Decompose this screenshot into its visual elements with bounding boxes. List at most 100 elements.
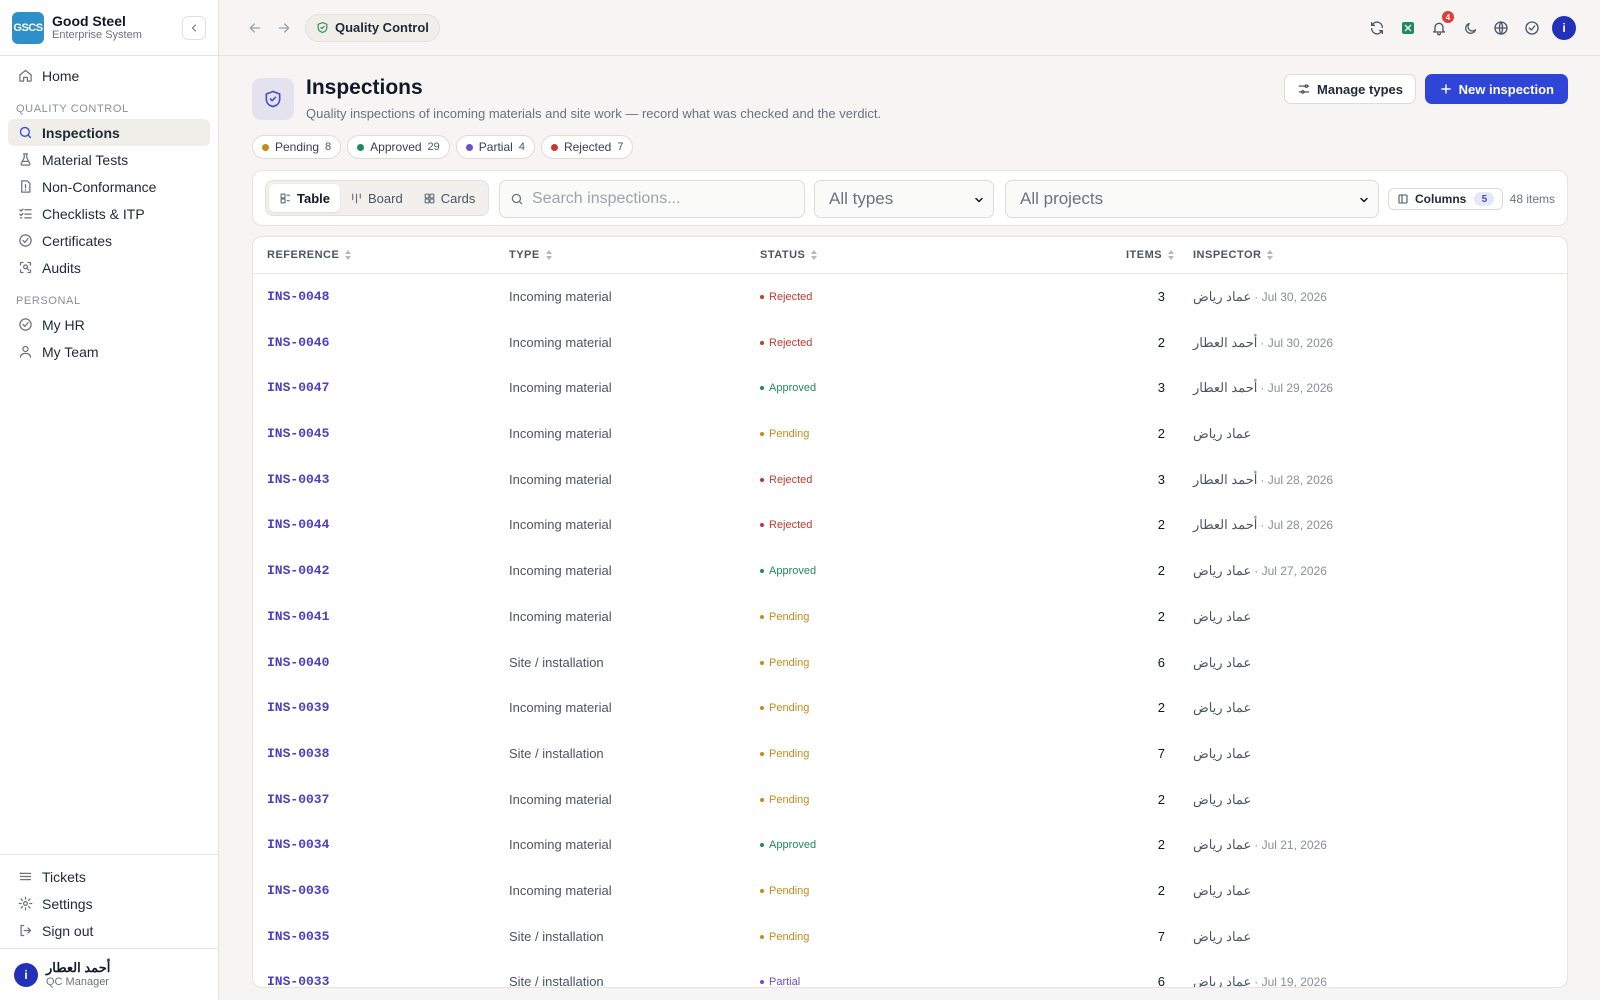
date-value: Jul 27, 2026 xyxy=(1261,564,1327,579)
inspector-name: عماد رياض xyxy=(1193,289,1252,304)
table-row[interactable]: INS-0046 Incoming material Rejected 2 أحمد ا… xyxy=(253,320,1567,366)
items-count-cell: 3 xyxy=(1157,471,1165,487)
reference-link[interactable]: INS-0042 xyxy=(267,563,329,578)
column-header-type[interactable]: TYPE xyxy=(509,249,553,261)
view-table-button[interactable]: Table xyxy=(269,184,340,212)
user-profile[interactable]: i أحمد العطار QC Manager xyxy=(0,948,218,1000)
reference-link[interactable]: INS-0044 xyxy=(267,517,329,532)
notifications-button[interactable]: 4 xyxy=(1427,11,1454,40)
table-row[interactable]: INS-0033 Site / installation Partial 6 عماد … xyxy=(253,959,1567,987)
table-row[interactable]: INS-0040 Site / installation Pending 6 عماد … xyxy=(253,640,1567,686)
spreadsheet-button[interactable] xyxy=(1396,16,1420,40)
manage-types-button[interactable]: Manage types xyxy=(1284,74,1416,104)
table-row[interactable]: INS-0043 Incoming material Rejected 3 أحمد ا… xyxy=(253,457,1567,503)
sidebar-item-sign-out[interactable]: Sign out xyxy=(8,917,210,944)
table-row[interactable]: INS-0034 Incoming material Approved 2 عماد ر… xyxy=(253,822,1567,868)
view-cards-button[interactable]: Cards xyxy=(413,184,486,212)
view-switcher: Table Board Cards xyxy=(265,180,490,216)
sidebar-item-my-team[interactable]: My Team xyxy=(8,338,210,365)
reference-link[interactable]: INS-0043 xyxy=(267,472,329,487)
forward-button[interactable] xyxy=(272,16,296,40)
sidebar: GSCS Good Steel Enterprise System Home Q… xyxy=(0,0,219,1000)
table-row[interactable]: INS-0039 Incoming material Pending 2 عماد ري… xyxy=(253,685,1567,731)
status-badge: Rejected xyxy=(760,291,812,303)
scan-icon xyxy=(16,259,34,277)
inspector-name: عماد رياض xyxy=(1193,700,1252,716)
table-row[interactable]: INS-0036 Incoming material Pending 2 عماد ري… xyxy=(253,868,1567,914)
table-row[interactable]: INS-0038 Site / installation Pending 7 عماد … xyxy=(253,731,1567,777)
reference-link[interactable]: INS-0035 xyxy=(267,929,329,944)
status-dot xyxy=(760,980,764,985)
status-badge: Pending xyxy=(760,931,809,943)
reference-link[interactable]: INS-0047 xyxy=(267,380,329,395)
sidebar-item-certificates[interactable]: Certificates xyxy=(8,227,210,254)
table-row[interactable]: INS-0035 Site / installation Pending 7 عماد … xyxy=(253,914,1567,960)
columns-button[interactable]: Columns 5 xyxy=(1388,188,1504,210)
table-row[interactable]: INS-0044 Incoming material Rejected 2 أحمد ا… xyxy=(253,502,1567,548)
reference-link[interactable]: INS-0034 xyxy=(267,837,329,852)
sidebar-item-inspections[interactable]: Inspections xyxy=(8,119,210,146)
status-label: Pending xyxy=(769,747,810,760)
search-input[interactable] xyxy=(532,190,792,208)
breadcrumb[interactable]: Quality Control xyxy=(305,13,440,42)
inspector-cell: عماد رياض · Jul 19, 2026 xyxy=(1193,974,1327,987)
column-header-label: TYPE xyxy=(509,249,540,261)
reference-link[interactable]: INS-0045 xyxy=(267,426,329,441)
items-count-cell: 3 xyxy=(1157,380,1165,396)
table-row[interactable]: INS-0047 Incoming material Approved 3 أحمد ا… xyxy=(253,365,1567,411)
sidebar-item-my-hr[interactable]: My HR xyxy=(8,311,210,338)
back-button[interactable] xyxy=(243,16,267,40)
table-row[interactable]: INS-0041 Incoming material Pending 2 عماد ري… xyxy=(253,594,1567,640)
status-filter-chips: Pending 8 Approved 29 Partial 4 Rejected… xyxy=(252,134,1568,160)
sidebar-item-audits[interactable]: Audits xyxy=(8,254,210,281)
chip-label: Pending xyxy=(275,140,320,154)
table-row[interactable]: INS-0048 Incoming material Rejected 3 عماد ر… xyxy=(253,274,1567,320)
status-chip-approved[interactable]: Approved 29 xyxy=(347,135,450,159)
avatar[interactable]: i xyxy=(1552,16,1576,40)
reference-link[interactable]: INS-0046 xyxy=(267,335,329,350)
status-dot xyxy=(760,295,764,299)
reference-link[interactable]: INS-0048 xyxy=(267,289,329,304)
new-inspection-button[interactable]: New inspection xyxy=(1424,74,1568,104)
table-row[interactable]: INS-0042 Incoming material Approved 2 عماد ر… xyxy=(253,548,1567,594)
column-header-reference[interactable]: REFERENCE xyxy=(267,249,352,261)
reference-link[interactable]: INS-0033 xyxy=(267,974,329,987)
reference-link[interactable]: INS-0040 xyxy=(267,655,329,670)
table-row[interactable]: INS-0037 Incoming material Pending 2 عماد ري… xyxy=(253,777,1567,823)
status-chip-partial[interactable]: Partial 4 xyxy=(455,135,535,159)
sidebar-item-non-conformance[interactable]: Non-Conformance xyxy=(8,173,210,200)
view-board-button[interactable]: Board xyxy=(340,184,413,212)
type-filter-select[interactable]: All types xyxy=(814,180,994,218)
table-row[interactable]: INS-0045 Incoming material Pending 2 عماد ري… xyxy=(253,411,1567,457)
sidebar-item-home[interactable]: Home xyxy=(8,62,210,89)
reference-link[interactable]: INS-0039 xyxy=(267,700,329,715)
reference-link[interactable]: INS-0038 xyxy=(267,746,329,761)
column-header-status[interactable]: STATUS xyxy=(760,249,818,261)
tasks-button[interactable] xyxy=(1520,16,1544,40)
language-button[interactable] xyxy=(1489,16,1513,40)
sidebar-item-checklists[interactable]: Checklists & ITP xyxy=(8,200,210,227)
status-chip-pending[interactable]: Pending 8 xyxy=(252,135,342,159)
inspector-name: عماد رياض xyxy=(1193,791,1252,807)
inspector-cell: عماد رياض xyxy=(1193,655,1251,671)
refresh-button[interactable] xyxy=(1365,16,1389,40)
sort-icon xyxy=(810,250,818,260)
shield-check-icon xyxy=(252,78,294,120)
column-header-items[interactable]: ITEMS xyxy=(1126,249,1175,261)
reference-link[interactable]: INS-0041 xyxy=(267,609,329,624)
inspector-name: أحمد العطار xyxy=(1193,517,1258,533)
search-field xyxy=(499,180,805,218)
sidebar-item-tickets[interactable]: Tickets xyxy=(8,863,210,890)
status-chip-rejected[interactable]: Rejected 7 xyxy=(540,135,634,159)
sidebar-item-material-tests[interactable]: Material Tests xyxy=(8,146,210,173)
sidebar-item-settings[interactable]: Settings xyxy=(8,890,210,917)
column-header-inspector[interactable]: INSPECTOR xyxy=(1193,249,1274,261)
collapse-sidebar-button[interactable] xyxy=(182,16,206,40)
check-circle-icon xyxy=(16,316,34,334)
reference-link[interactable]: INS-0036 xyxy=(267,883,329,898)
reference-link[interactable]: INS-0037 xyxy=(267,792,329,807)
project-filter-select[interactable]: All projects xyxy=(1005,180,1379,218)
theme-toggle-button[interactable] xyxy=(1458,16,1482,40)
status-label: Rejected xyxy=(769,291,813,303)
inspection-date: · Jul 30, 2026 xyxy=(1254,290,1327,304)
